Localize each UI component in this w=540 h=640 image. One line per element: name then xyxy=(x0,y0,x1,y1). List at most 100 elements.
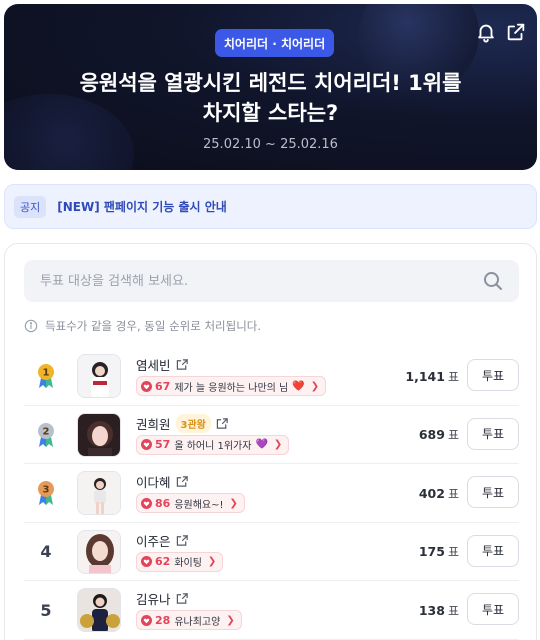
medal-icon: 2 xyxy=(38,422,54,447)
cheer-message[interactable]: 28 유나최고양 ❯ xyxy=(136,610,242,630)
search-input[interactable] xyxy=(40,261,481,301)
rank-indicator: 3 xyxy=(28,464,64,522)
cheerleader-photo[interactable] xyxy=(77,471,121,515)
cheerleader-photo[interactable] xyxy=(77,412,121,457)
external-link-icon[interactable] xyxy=(176,475,189,488)
search-bar[interactable] xyxy=(24,260,519,302)
vote-button[interactable]: 투표 xyxy=(467,534,519,567)
rank-number: 5 xyxy=(40,600,52,620)
info-text: 득표수가 같을 경우, 동일 순위로 처리됩니다. xyxy=(45,319,262,333)
vote-count: 138 표 xyxy=(419,581,459,639)
banner-title-line2: 차지할 스타는? xyxy=(202,101,339,125)
cheerleader-name[interactable]: 이다혜 xyxy=(136,472,171,491)
category-chip[interactable]: 치어리더 · 치어리더 xyxy=(215,29,334,57)
banner-title: 응원석을 열광시킨 레전드 치어리더! 1위를 차지할 스타는? xyxy=(24,68,517,128)
rank-indicator: 5 xyxy=(28,581,64,639)
cheer-text: 올 하어니 1위가자 xyxy=(174,441,252,452)
name-line: 권희원 3관왕 xyxy=(136,413,229,433)
cheer-text: 화이팅 xyxy=(174,558,202,569)
vote-button[interactable]: 투표 xyxy=(467,476,519,508)
chevron-right-icon: ❯ xyxy=(226,614,235,626)
chevron-right-icon: ❯ xyxy=(273,439,283,450)
cheerleader-name[interactable]: 이주은 xyxy=(136,531,171,550)
search-icon[interactable] xyxy=(481,269,505,293)
cheer-emoji: ❤️ xyxy=(292,380,305,392)
medal-rank: 1 xyxy=(43,368,50,379)
notice-text[interactable]: [NEW] 팬페이지 기능 출시 안내 xyxy=(57,198,227,215)
vote-button[interactable]: 투표 xyxy=(467,359,519,391)
heart-icon xyxy=(141,497,152,509)
vote-button[interactable]: 투표 xyxy=(467,417,519,450)
cheer-count: 67 xyxy=(155,379,171,393)
heart-icon xyxy=(141,614,152,626)
share-icon[interactable] xyxy=(505,21,527,43)
cheer-emoji: 💜 xyxy=(255,439,268,450)
chevron-right-icon: ❯ xyxy=(229,497,238,509)
vote-unit: 표 xyxy=(447,545,459,559)
medal-icon: 3 xyxy=(38,481,54,505)
external-link-icon[interactable] xyxy=(176,592,189,605)
vote-count: 689 표 xyxy=(419,406,459,464)
vote-count: 1,141 표 xyxy=(405,347,459,405)
heart-icon xyxy=(141,556,152,567)
vote-count: 175 표 xyxy=(419,523,459,581)
notice-tag: 공지 xyxy=(14,195,47,218)
ranking-row[interactable]: 5 김유나 28 유나최고양 ❯ 138 표 투표 xyxy=(24,581,519,640)
cheer-message[interactable]: 67 제가 늘 응원하는 나만의 님 ❤️ ❯ xyxy=(136,376,327,396)
ranking-row[interactable]: 4 이주은 62 화이팅 ❯ 175 표 투표 xyxy=(24,523,519,581)
tie-rule-info: 득표수가 같을 경우, 동일 순위로 처리됩니다. xyxy=(24,318,261,334)
rank-indicator: 2 xyxy=(28,406,64,464)
cheer-text: 응원해요~! xyxy=(174,499,224,511)
cheerleader-photo[interactable] xyxy=(77,588,121,632)
event-date: 25.02.10 ~ 25.02.16 xyxy=(203,137,338,152)
rank-indicator: 4 xyxy=(28,523,64,581)
name-line: 이다혜 xyxy=(136,472,189,491)
cheer-message[interactable]: 86 응원해요~! ❯ xyxy=(136,493,245,513)
vote-number: 689 xyxy=(418,427,445,442)
ranking-row[interactable]: 3 이다혜 86 응원해요~! ❯ 402 표 투표 xyxy=(24,464,519,523)
cheer-text: 유나최고양 xyxy=(174,616,221,628)
bell-icon[interactable] xyxy=(475,21,497,43)
chevron-right-icon: ❯ xyxy=(207,556,217,567)
vote-count: 402 표 xyxy=(419,464,459,522)
cheerleader-name[interactable]: 염세빈 xyxy=(136,355,171,374)
heart-icon xyxy=(141,439,152,450)
ranking-row[interactable]: 1 염세빈 67 제가 늘 응원하는 나만의 님 ❤️ ❯ 1,141 표 투표 xyxy=(24,347,519,406)
external-link-icon[interactable] xyxy=(176,358,189,371)
cheerleader-name[interactable]: 권희원 xyxy=(136,414,171,433)
info-icon xyxy=(24,319,38,333)
cheer-text: 제가 늘 응원하는 나만의 님 xyxy=(174,382,289,394)
vote-number: 138 xyxy=(418,602,445,618)
medal-rank: 3 xyxy=(43,485,50,496)
cheerleader-name[interactable]: 김유나 xyxy=(136,589,171,608)
ranking-list: 1 염세빈 67 제가 늘 응원하는 나만의 님 ❤️ ❯ 1,141 표 투표 … xyxy=(24,347,519,640)
cheer-count: 86 xyxy=(155,496,171,510)
medal-rank: 2 xyxy=(43,426,50,437)
ranking-card: 득표수가 같을 경우, 동일 순위로 처리됩니다. 1 염세빈 67 제가 늘 … xyxy=(4,243,537,640)
name-line: 김유나 xyxy=(136,589,189,608)
vote-unit: 표 xyxy=(447,486,459,501)
cheer-count: 28 xyxy=(155,613,171,627)
vote-unit: 표 xyxy=(447,369,459,384)
cheer-count: 57 xyxy=(155,438,171,451)
vote-button[interactable]: 투표 xyxy=(467,593,519,625)
ranking-row[interactable]: 2 권희원 3관왕 57 올 하어니 1위가자 💜 ❯ 689 표 투표 xyxy=(24,406,519,464)
external-link-icon[interactable] xyxy=(216,417,229,430)
vote-number: 175 xyxy=(418,544,445,559)
cheerleader-photo[interactable] xyxy=(77,529,121,574)
rank-indicator: 1 xyxy=(28,347,64,405)
rank-number: 4 xyxy=(40,542,52,561)
external-link-icon[interactable] xyxy=(176,534,189,547)
name-line: 염세빈 xyxy=(136,355,189,374)
vote-number: 1,141 xyxy=(405,368,445,384)
cheerleader-photo[interactable] xyxy=(77,354,121,398)
banner-title-line1: 응원석을 열광시킨 레전드 치어리더! 1위를 xyxy=(79,71,462,95)
chevron-right-icon: ❯ xyxy=(310,380,320,392)
name-line: 이주은 xyxy=(136,531,189,550)
vote-unit: 표 xyxy=(447,428,459,442)
cheer-count: 62 xyxy=(155,555,171,568)
medal-icon: 1 xyxy=(38,364,54,388)
cheer-message[interactable]: 57 올 하어니 1위가자 💜 ❯ xyxy=(136,434,290,455)
notice-bar[interactable]: 공지 [NEW] 팬페이지 기능 출시 안내 xyxy=(4,184,537,229)
cheer-message[interactable]: 62 화이팅 ❯ xyxy=(136,551,224,572)
